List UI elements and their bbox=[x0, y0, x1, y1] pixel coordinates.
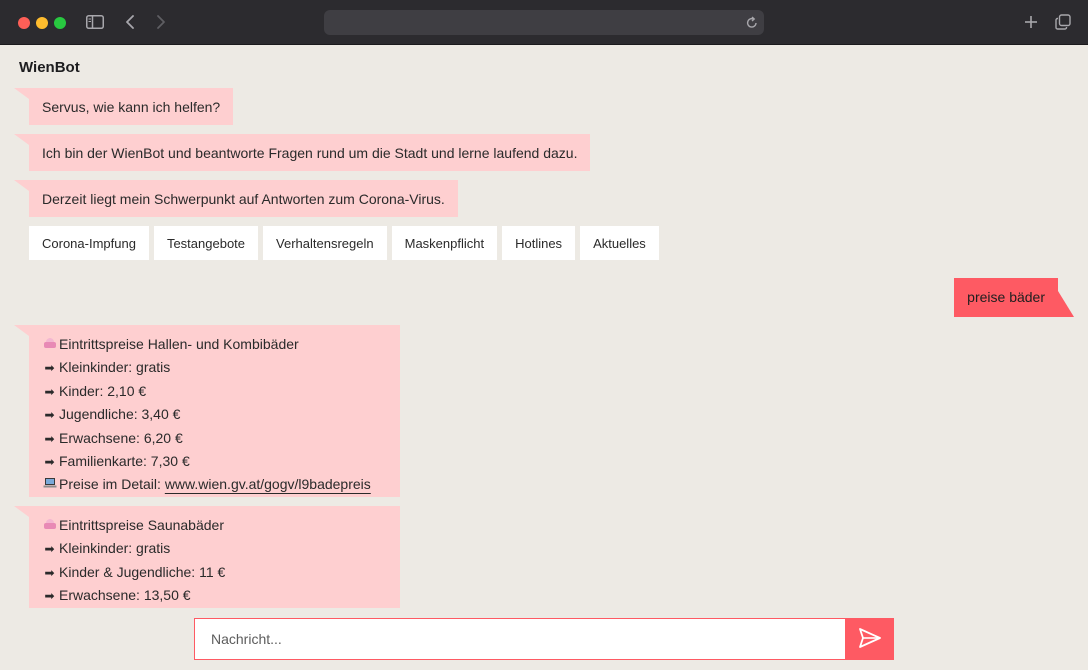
price-row: ➡ Familienkarte: 7,30 € bbox=[42, 450, 387, 473]
price-detail-row: Preise im Detail: www.wien.gv.at/gogv/l9… bbox=[42, 473, 387, 496]
message-composer bbox=[194, 618, 894, 660]
price-text: Kleinkinder: gratis bbox=[59, 359, 171, 376]
sauna-prices-title-row: Eintrittspreise Saunabäder bbox=[42, 514, 387, 537]
forward-icon[interactable] bbox=[150, 11, 172, 33]
bot-message-pool-prices: Eintrittspreise Hallen- und Kombibäder ➡… bbox=[14, 325, 400, 497]
back-icon[interactable] bbox=[119, 11, 141, 33]
price-row: ➡ Kinder: 2,10 € bbox=[42, 380, 387, 403]
chip-aktuelles[interactable]: Aktuelles bbox=[580, 226, 659, 260]
bot-message-intro: Ich bin der WienBot und beantworte Frage… bbox=[13, 134, 591, 171]
send-button[interactable] bbox=[846, 618, 894, 660]
send-icon bbox=[858, 627, 882, 652]
chip-testangebote[interactable]: Testangebote bbox=[153, 226, 259, 260]
swimming-icon bbox=[42, 515, 57, 537]
price-row: ➡ Jugendliche: 3,40 € bbox=[42, 403, 387, 426]
arrow-icon: ➡ bbox=[44, 542, 55, 557]
pool-prices-title: Eintrittspreise Hallen- und Kombibäder bbox=[59, 336, 299, 352]
close-window-button[interactable] bbox=[18, 17, 30, 29]
swimming-icon bbox=[42, 334, 57, 356]
price-text: Erwachsene: 13,50 € bbox=[59, 587, 191, 604]
price-row: ➡ Kleinkinder: gratis bbox=[42, 356, 387, 379]
bot-message-sauna-prices: Eintrittspreise Saunabäder ➡ Kleinkinder:… bbox=[14, 506, 400, 608]
price-detail-label: Preise im Detail: bbox=[59, 476, 161, 493]
price-text: Erwachsene: 6,20 € bbox=[59, 429, 183, 446]
arrow-icon: ➡ bbox=[44, 565, 55, 580]
bot-message-greeting: Servus, wie kann ich helfen? bbox=[13, 88, 234, 125]
zoom-window-button[interactable] bbox=[54, 17, 66, 29]
price-text: Kinder: 2,10 € bbox=[59, 382, 147, 399]
arrow-icon: ➡ bbox=[44, 408, 55, 423]
chip-hotlines[interactable]: Hotlines bbox=[502, 226, 576, 260]
price-text: Jugendliche: 3,40 € bbox=[59, 406, 181, 423]
bot-message-text: Derzeit liegt mein Schwerpunkt auf Antwo… bbox=[42, 191, 445, 207]
price-row: ➡ Erwachsene: 6,20 € bbox=[42, 427, 387, 450]
browser-window: WienBot Servus, wie kann ich helfen? Ich… bbox=[0, 0, 1088, 670]
message-input[interactable] bbox=[194, 618, 846, 660]
address-bar[interactable] bbox=[324, 10, 764, 35]
new-tab-icon[interactable] bbox=[1020, 11, 1042, 33]
chip-maskenpflicht[interactable]: Maskenpflicht bbox=[391, 226, 498, 260]
pool-prices-title-row: Eintrittspreise Hallen- und Kombibäder bbox=[42, 333, 387, 356]
arrow-icon: ➡ bbox=[44, 361, 55, 376]
price-text: Familienkarte: 7,30 € bbox=[59, 453, 190, 470]
price-detail-link[interactable]: www.wien.gv.at/gogv/l9badepreis bbox=[165, 476, 371, 492]
sauna-prices-title: Eintrittspreise Saunabäder bbox=[59, 517, 224, 533]
arrow-icon: ➡ bbox=[44, 431, 55, 446]
price-row: ➡ Kinder & Jugendliche: 11 € bbox=[42, 561, 387, 584]
arrow-icon: ➡ bbox=[44, 384, 55, 399]
arrow-icon: ➡ bbox=[44, 589, 55, 604]
price-text: Kinder & Jugendliche: 11 € bbox=[59, 563, 226, 580]
user-message-text: preise bäder bbox=[967, 289, 1045, 305]
reload-icon[interactable] bbox=[743, 14, 760, 31]
app-title: WienBot bbox=[19, 59, 80, 76]
tab-overview-icon[interactable] bbox=[1052, 11, 1074, 33]
quick-reply-chips: Corona-Impfung Testangebote Verhaltensre… bbox=[29, 226, 659, 260]
chip-verhaltensregeln[interactable]: Verhaltensregeln bbox=[263, 226, 387, 260]
price-text: Kleinkinder: gratis bbox=[59, 540, 171, 557]
bot-message-text: Ich bin der WienBot und beantworte Frage… bbox=[42, 145, 578, 161]
laptop-icon bbox=[42, 474, 57, 496]
minimize-window-button[interactable] bbox=[36, 17, 48, 29]
bot-message-focus: Derzeit liegt mein Schwerpunkt auf Antwo… bbox=[14, 180, 458, 217]
bot-message-text: Servus, wie kann ich helfen? bbox=[42, 99, 221, 115]
arrow-icon: ➡ bbox=[44, 455, 55, 470]
user-message: preise bäder bbox=[954, 278, 1074, 317]
price-row: ➡ Erwachsene: 13,50 € bbox=[42, 584, 387, 607]
browser-toolbar bbox=[0, 0, 1088, 45]
sidebar-toggle-icon[interactable] bbox=[84, 11, 106, 33]
chip-corona-impfung[interactable]: Corona-Impfung bbox=[29, 226, 149, 260]
price-row: ➡ Kleinkinder: gratis bbox=[42, 537, 387, 560]
